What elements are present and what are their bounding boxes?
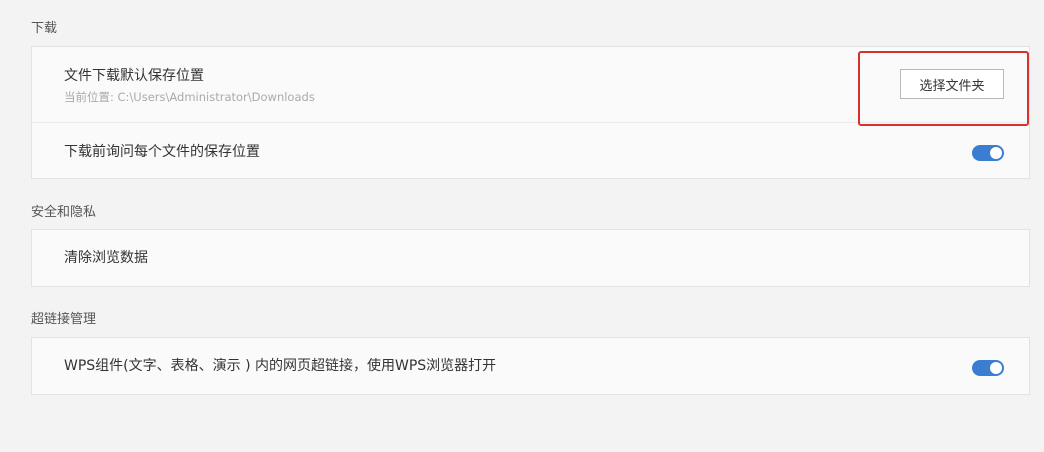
ask-each-time-row: 下载前询问每个文件的保存位置 xyxy=(32,122,1029,179)
section-title-hyperlink: 超链接管理 xyxy=(31,312,97,327)
wps-links-toggle[interactable] xyxy=(972,360,1004,376)
toggle-knob xyxy=(990,147,1002,159)
clear-data-row[interactable]: 清除浏览数据 xyxy=(32,230,1029,286)
section-title-download: 下载 xyxy=(31,21,58,36)
privacy-settings-card: 清除浏览数据 xyxy=(31,229,1030,287)
toggle-knob xyxy=(990,362,1002,374)
wps-links-row: WPS组件(文字、表格、演示 ) 内的网页超链接，使用WPS浏览器打开 xyxy=(32,338,1029,394)
ask-each-time-label: 下载前询问每个文件的保存位置 xyxy=(64,144,260,160)
highlight-box xyxy=(858,51,1029,126)
ask-each-time-toggle[interactable] xyxy=(972,145,1004,161)
wps-links-label: WPS组件(文字、表格、演示 ) 内的网页超链接，使用WPS浏览器打开 xyxy=(64,358,497,374)
clear-browsing-data-link[interactable]: 清除浏览数据 xyxy=(64,249,148,267)
hyperlink-settings-card: WPS组件(文字、表格、演示 ) 内的网页超链接，使用WPS浏览器打开 xyxy=(31,337,1030,395)
current-location-path: 当前位置: C:\Users\Administrator\Downloads xyxy=(64,90,315,104)
section-title-privacy: 安全和隐私 xyxy=(31,205,97,220)
default-location-label: 文件下载默认保存位置 xyxy=(64,68,204,84)
